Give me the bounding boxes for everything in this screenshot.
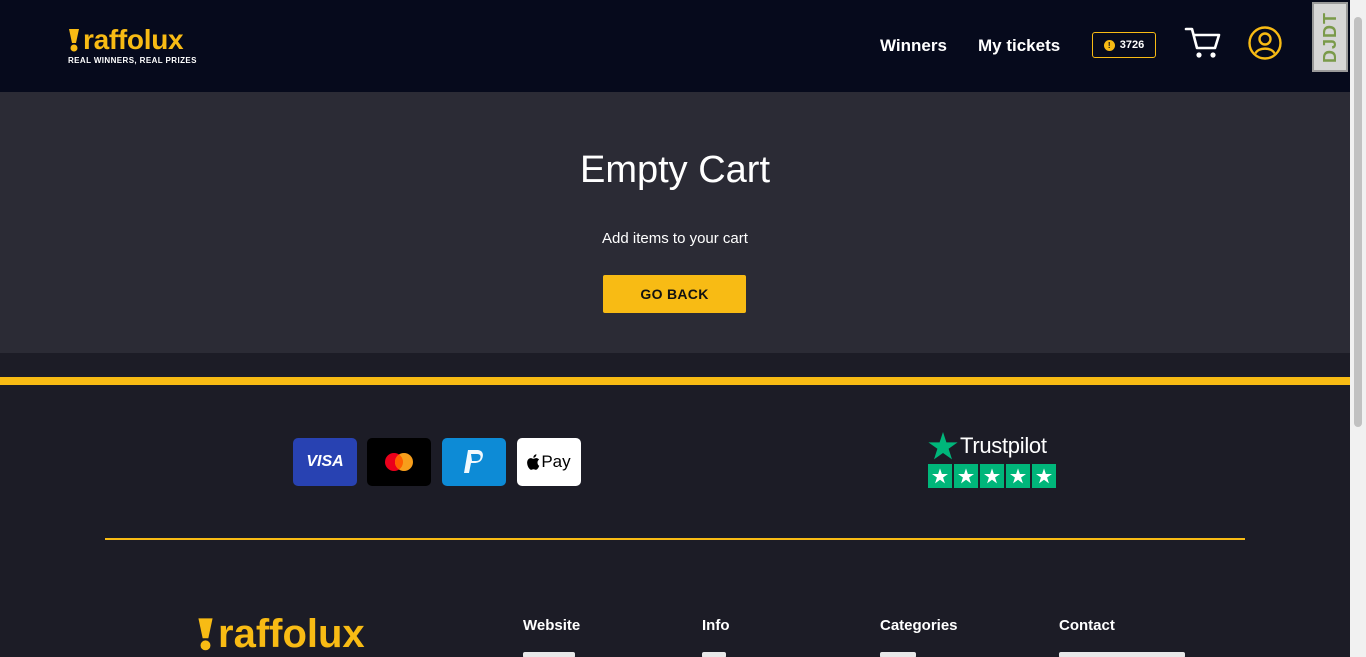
points-value: 3726 bbox=[1119, 39, 1145, 51]
nav-my-tickets: My tickets bbox=[978, 0, 1060, 92]
rating-star-icon bbox=[928, 464, 952, 488]
logo-exclamation-icon bbox=[69, 29, 79, 52]
go-back-button[interactable]: GO BACK bbox=[603, 275, 746, 313]
paypal-icon bbox=[464, 450, 483, 473]
points-badge[interactable]: ! 3726 bbox=[1092, 32, 1156, 58]
page-title: Empty Cart bbox=[579, 149, 771, 191]
rating-star-icon bbox=[1006, 464, 1030, 488]
empty-cart-message: Add items to your cart bbox=[602, 230, 748, 247]
debug-toolbar-label: DJDT bbox=[1319, 11, 1340, 63]
nav-winners: Winners bbox=[880, 0, 947, 92]
footer-heading-info: Info bbox=[702, 617, 730, 634]
user-icon[interactable] bbox=[1248, 26, 1282, 60]
rating-star-icon bbox=[980, 464, 1004, 488]
scrollbar-thumb[interactable] bbox=[1354, 17, 1362, 427]
debug-toolbar-handle[interactable]: DJDT bbox=[1312, 2, 1348, 72]
footer-heading-categories: Categories bbox=[880, 617, 958, 634]
footer-link-partial[interactable] bbox=[880, 652, 916, 657]
footer-logo-text: raffolux bbox=[218, 612, 365, 656]
trustpilot-badge[interactable]: Trustpilot bbox=[928, 432, 1056, 488]
footer-logo-exclamation-icon bbox=[198, 618, 213, 651]
footer-divider bbox=[105, 538, 1245, 540]
footer-link-partial[interactable] bbox=[523, 652, 575, 657]
rating-star-icon bbox=[1032, 464, 1056, 488]
apple-pay-card: Pay bbox=[517, 438, 581, 486]
visa-card: VISA bbox=[293, 438, 357, 486]
trustpilot-star-icon bbox=[928, 432, 958, 460]
site-header: raffolux REAL WINNERS, REAL PRIZES Winne… bbox=[0, 0, 1350, 92]
coin-icon: ! bbox=[1103, 39, 1115, 51]
page-scrollbar[interactable] bbox=[1350, 0, 1366, 657]
trustpilot-header: Trustpilot bbox=[928, 432, 1056, 460]
nav-link-my-tickets[interactable]: My tickets bbox=[978, 36, 1060, 56]
logo-text: raffolux bbox=[83, 24, 184, 55]
site-logo[interactable]: raffolux REAL WINNERS, REAL PRIZES bbox=[68, 26, 197, 66]
footer-accent-bar bbox=[0, 377, 1350, 385]
mastercard-icon bbox=[385, 453, 413, 471]
footer-link-partial[interactable] bbox=[702, 652, 726, 657]
rating-star-icon bbox=[954, 464, 978, 488]
logo-tagline: REAL WINNERS, REAL PRIZES bbox=[68, 56, 197, 65]
mastercard-card bbox=[367, 438, 431, 486]
footer-heading-website: Website bbox=[523, 617, 581, 634]
apple-pay-label: Pay bbox=[541, 452, 571, 471]
logo-wordmark: raffolux bbox=[68, 26, 197, 54]
nav-link-winners[interactable]: Winners bbox=[880, 36, 947, 56]
footer-heading-contact: Contact bbox=[1059, 617, 1115, 634]
footer-logo[interactable]: raffolux bbox=[197, 614, 365, 654]
trustpilot-rating bbox=[928, 464, 1056, 488]
visa-label: VISA bbox=[306, 453, 344, 470]
empty-cart-section: Empty Cart Add items to your cart GO BAC… bbox=[0, 92, 1350, 353]
trustpilot-label: Trustpilot bbox=[960, 433, 1047, 458]
paypal-card bbox=[442, 438, 506, 486]
cart-icon[interactable] bbox=[1184, 26, 1222, 60]
footer-link-partial[interactable] bbox=[1059, 652, 1185, 657]
apple-icon bbox=[527, 454, 540, 470]
